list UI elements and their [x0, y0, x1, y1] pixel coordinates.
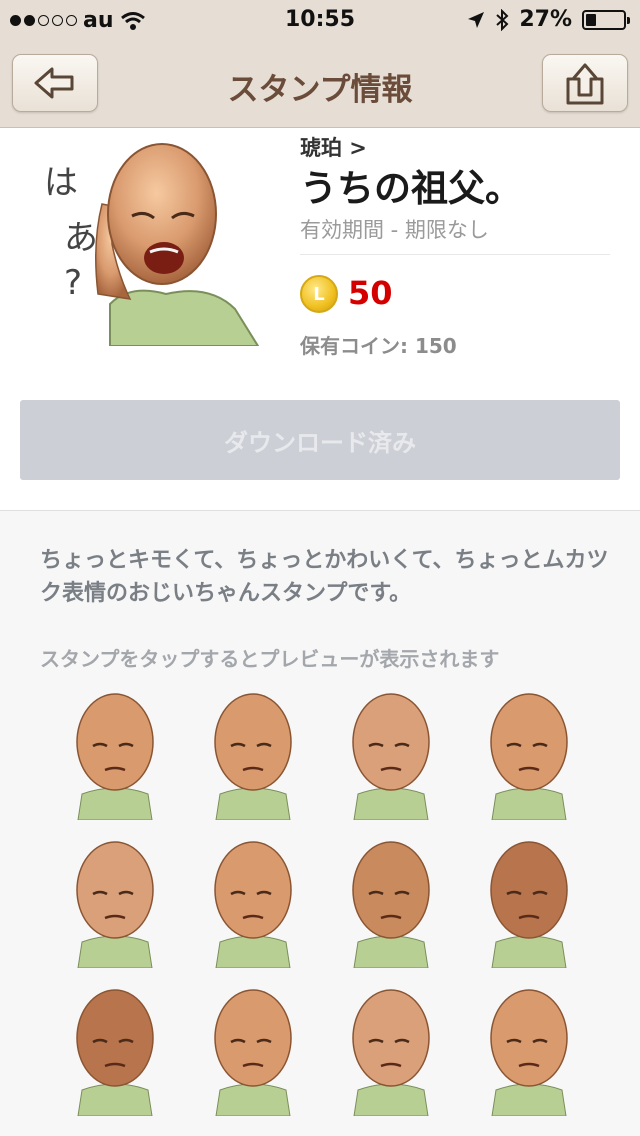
sticker-8-image: [490, 841, 568, 969]
top-bar: au 10:55 27% スタンプ情報: [0, 0, 640, 128]
main-sticker-image: は あ ?: [44, 143, 260, 346]
owned-coins: 保有コイン: 150: [300, 334, 457, 358]
status-right: 27%: [467, 7, 630, 32]
preview-hint: スタンプをタップするとプレビューが表示されます: [40, 647, 500, 671]
sticker-12[interactable]: [474, 986, 584, 1117]
battery-icon: [582, 9, 630, 30]
package-description: ちょっとキモくて、ちょっとかわいくて、ちょっとムカツク表情のおじいちゃんスタンプ…: [40, 548, 609, 606]
sticker-3-image: [352, 693, 430, 821]
sticker-9-image: [76, 989, 154, 1117]
svg-text:?: ?: [64, 263, 82, 303]
coin-icon: L: [300, 275, 338, 313]
status-bar: au 10:55 27%: [0, 0, 640, 40]
sticker-5-image: [76, 841, 154, 969]
sticker-6[interactable]: [198, 838, 308, 969]
sticker-1[interactable]: [60, 690, 170, 821]
svg-text:あ: あ: [64, 218, 98, 258]
sticker-10-image: [214, 989, 292, 1117]
sticker-2[interactable]: [198, 690, 308, 821]
sticker-6-image: [214, 841, 292, 969]
price: 50: [348, 274, 393, 312]
battery-percent: 27%: [519, 7, 572, 32]
sticker-7-image: [352, 841, 430, 969]
validity-period: 有効期間 - 期限なし: [300, 218, 489, 242]
sticker-3[interactable]: [336, 690, 446, 821]
sticker-5[interactable]: [60, 838, 170, 969]
sticker-11-image: [352, 989, 430, 1117]
sticker-9[interactable]: [60, 986, 170, 1117]
sticker-4-image: [490, 693, 568, 821]
sticker-1-image: [76, 693, 154, 821]
main-image-text: は: [44, 163, 78, 203]
share-icon: [566, 63, 604, 105]
sticker-4[interactable]: [474, 690, 584, 821]
bluetooth-icon: [496, 8, 509, 31]
sticker-11[interactable]: [336, 986, 446, 1117]
sticker-2-image: [214, 693, 292, 821]
divider: [300, 254, 610, 255]
sticker-12-image: [490, 989, 568, 1117]
download-button[interactable]: ダウンロード済み: [20, 400, 620, 480]
share-button[interactable]: [542, 54, 628, 112]
sticker-7[interactable]: [336, 838, 446, 969]
sticker-8[interactable]: [474, 838, 584, 969]
package-title: うちの祖父。: [300, 167, 522, 210]
location-arrow-icon: [468, 11, 485, 28]
sticker-10[interactable]: [198, 986, 308, 1117]
